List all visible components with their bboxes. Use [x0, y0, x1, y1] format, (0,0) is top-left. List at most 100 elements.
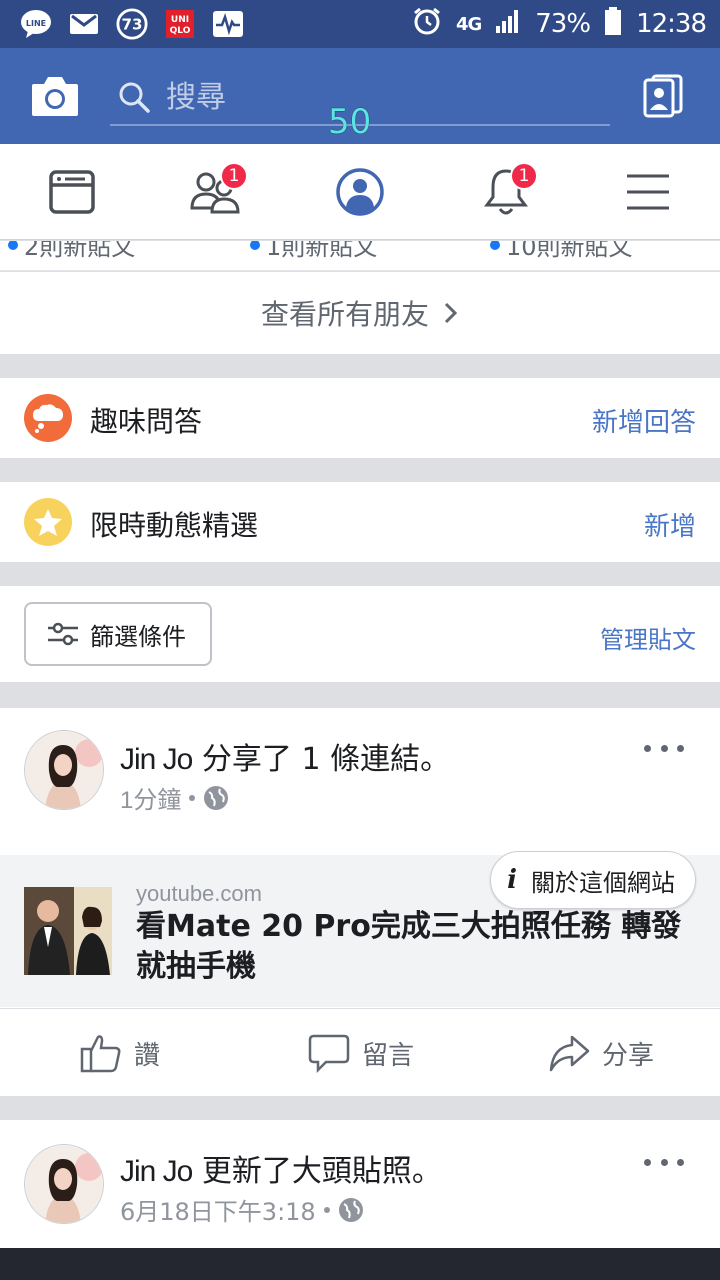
- post-meta: 1分鐘: [120, 780, 229, 815]
- camera-icon: [32, 77, 78, 116]
- post-timestamp[interactable]: 1分鐘: [120, 780, 181, 815]
- filter-button[interactable]: 篩選條件: [24, 602, 212, 666]
- author-name[interactable]: Jin Jo: [120, 1155, 193, 1188]
- camera-button[interactable]: [28, 70, 82, 122]
- link-domain: youtube.com: [136, 881, 262, 906]
- add-answer-link[interactable]: 新增回答: [592, 402, 696, 439]
- manage-posts-link[interactable]: 管理貼文: [600, 620, 696, 655]
- post-header: Jin Jo 更新了大頭貼照。: [120, 1146, 442, 1190]
- uniqlo-top-label: UNI: [171, 15, 189, 25]
- news-feed-icon: [49, 170, 95, 214]
- more-dot: [677, 744, 684, 752]
- friend-new-posts-3[interactable]: 10則新貼文: [490, 241, 633, 262]
- add-highlight-link[interactable]: 新增: [644, 506, 696, 543]
- badge-73-icon: 73: [116, 8, 148, 40]
- network-type: 4G: [455, 13, 482, 35]
- battery-percent: 73%: [535, 9, 591, 39]
- friends-badge: 1: [220, 162, 248, 190]
- hamburger-menu-icon: [627, 174, 669, 210]
- see-all-friends-label: 查看所有朋友: [260, 298, 429, 331]
- search-icon: [114, 77, 154, 117]
- post-header: Jin Jo 分享了 1 條連結。: [120, 734, 450, 778]
- unread-dot: [8, 241, 18, 250]
- author-name[interactable]: Jin Jo: [120, 743, 193, 776]
- friend-new-posts-label: 1則新貼文: [266, 241, 378, 261]
- facebook-app-screen: LINE 73 UNI QLO 4G 73% 12:38 搜尋 50 1 1 2…: [0, 0, 720, 1280]
- share-button[interactable]: 分享: [548, 1009, 654, 1097]
- profile-icon: [336, 168, 384, 216]
- app-header: 50: [0, 48, 720, 144]
- post-actions-bar: 讚 留言 分享: [0, 1008, 720, 1096]
- post-action-text: 更新了大頭貼照。: [192, 1154, 442, 1189]
- avatar[interactable]: [24, 730, 104, 810]
- friend-new-posts-label: 2則新貼文: [24, 241, 136, 261]
- clock: 12:38: [636, 9, 707, 39]
- link-thumbnail: [24, 887, 112, 975]
- more-dot: [644, 744, 651, 752]
- post-meta: 6月18日下午3:18: [120, 1192, 364, 1227]
- star-icon: [24, 498, 72, 546]
- comment-label: 留言: [362, 1040, 415, 1071]
- tab-news-feed[interactable]: [22, 144, 122, 240]
- pulse-icon: [212, 9, 244, 39]
- post-more-button[interactable]: [644, 1152, 684, 1172]
- uniqlo-icon: UNI QLO: [164, 9, 196, 39]
- post-timestamp[interactable]: 6月18日下午3:18: [120, 1192, 316, 1227]
- contacts-icon: [643, 74, 683, 118]
- line-icon: LINE: [20, 9, 52, 39]
- tab-notifications[interactable]: 1: [456, 144, 556, 240]
- share-label: 分享: [602, 1040, 655, 1071]
- tab-friends[interactable]: 1: [166, 144, 266, 240]
- avatar-photo: [25, 731, 103, 809]
- fun-qa-card: 趣味問答 新增回答: [0, 378, 720, 458]
- globe-icon: [204, 785, 229, 810]
- unread-dot: [250, 241, 260, 250]
- badge-73-label: 73: [122, 16, 143, 34]
- notifications-badge: 1: [510, 162, 538, 190]
- filter-sliders-icon: [48, 622, 78, 646]
- contacts-button[interactable]: [640, 72, 686, 120]
- link-title[interactable]: 看Mate 20 Pro完成三大拍照任務 轉發就抽手機: [136, 907, 696, 987]
- uniqlo-bottom-label: QLO: [170, 26, 191, 36]
- globe-icon: [338, 1197, 363, 1222]
- post-more-button[interactable]: [644, 738, 684, 758]
- more-dot: [660, 744, 668, 752]
- main-nav: 1 1: [0, 144, 720, 240]
- link-preview[interactable]: youtube.com 看Mate 20 Pro完成三大拍照任務 轉發就抽手機 …: [0, 851, 720, 1007]
- story-highlights-card: 限時動態精選 新增: [0, 482, 720, 562]
- alarm-icon: [412, 6, 442, 43]
- line-label: LINE: [26, 19, 46, 28]
- post-filter-card: 篩選條件 管理貼文: [0, 586, 720, 682]
- system-navigation-bar: [0, 1248, 720, 1280]
- friend-new-posts-1[interactable]: 2則新貼文: [8, 241, 135, 262]
- post-profile-update: Jin Jo 更新了大頭貼照。 6月18日下午3:18: [0, 1120, 720, 1248]
- friends-new-posts-strip: 2則新貼文 1則新貼文 10則新貼文: [0, 241, 720, 271]
- filter-label: 篩選條件: [90, 622, 186, 651]
- more-dot: [660, 1158, 668, 1166]
- share-icon: [549, 1035, 590, 1072]
- like-button[interactable]: 讚: [80, 1009, 160, 1097]
- see-all-friends-button[interactable]: 查看所有朋友: [0, 272, 720, 354]
- gmail-icon: [68, 9, 100, 39]
- story-highlights-title: 限時動態精選: [90, 509, 259, 542]
- comment-icon: [308, 1034, 350, 1073]
- thought-bubble-icon: [24, 394, 72, 442]
- about-this-site-button[interactable]: i 關於這個網站: [490, 851, 696, 909]
- tab-menu[interactable]: [598, 144, 698, 240]
- comment-button[interactable]: 留言: [308, 1009, 414, 1097]
- meta-separator-dot: [189, 794, 196, 801]
- post-action-text: 分享了 1 條連結。: [192, 742, 451, 777]
- battery-icon: [604, 6, 622, 43]
- avatar[interactable]: [24, 1144, 104, 1224]
- friend-new-posts-label: 10則新貼文: [506, 241, 633, 261]
- about-this-site-label: 關於這個網站: [531, 868, 675, 897]
- friend-new-posts-2[interactable]: 1則新貼文: [250, 241, 377, 262]
- thumbs-up-icon: [80, 1035, 121, 1073]
- more-dot: [644, 1158, 651, 1166]
- status-bar: LINE 73 UNI QLO 4G 73% 12:38: [0, 0, 720, 48]
- fun-qa-title: 趣味問答: [90, 405, 203, 438]
- tab-profile[interactable]: [310, 144, 410, 240]
- info-icon: i: [507, 865, 517, 895]
- overlay-counter: 50: [328, 102, 372, 142]
- search-input[interactable]: [166, 79, 586, 115]
